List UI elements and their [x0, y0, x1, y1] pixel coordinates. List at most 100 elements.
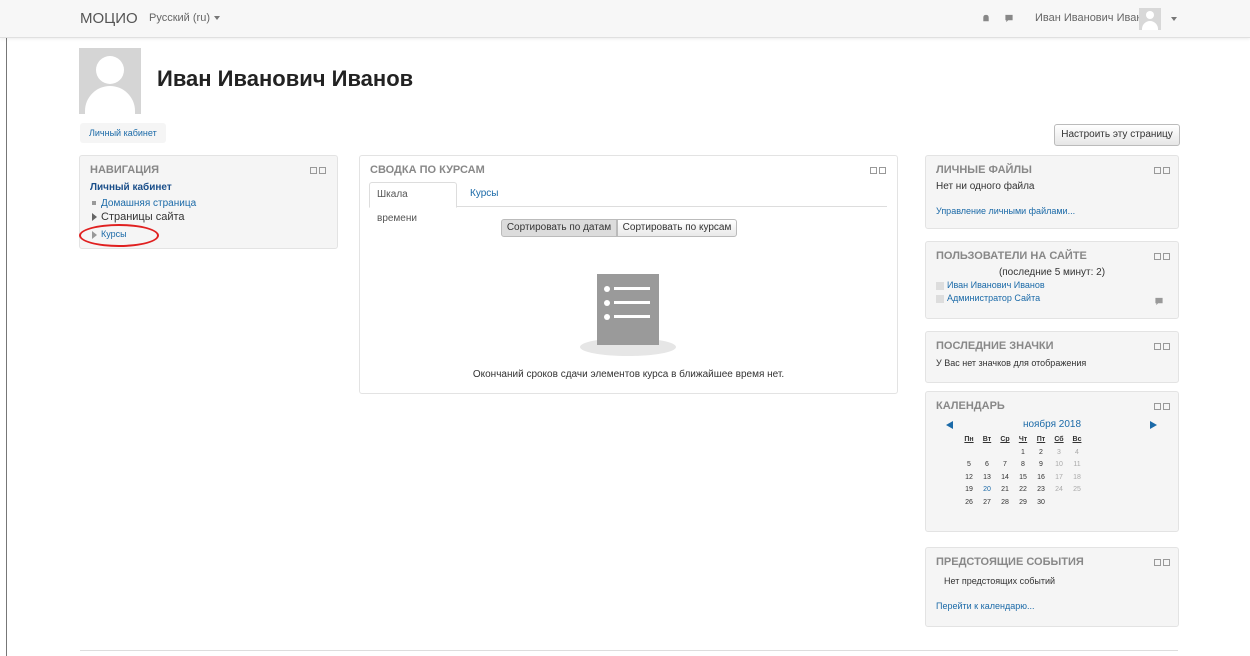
breadcrumb[interactable]: Личный кабинет — [80, 123, 166, 143]
block-controls[interactable] — [1152, 557, 1170, 569]
block-controls[interactable] — [868, 165, 886, 177]
no-badges-text: У Вас нет значков для отображения — [936, 358, 1087, 368]
notifications-icon[interactable] — [981, 14, 991, 23]
calendar-day[interactable]: 29 — [1013, 499, 1033, 506]
next-month-icon[interactable] — [1150, 421, 1157, 429]
calendar-day[interactable]: 11 — [1067, 461, 1087, 468]
customize-page-button[interactable]: Настроить эту страницу — [1054, 124, 1180, 146]
send-message-icon[interactable] — [1154, 297, 1164, 306]
block-title: ЛИЧНЫЕ ФАЙЛЫ — [936, 164, 1032, 176]
dock-icon — [879, 167, 886, 174]
go-to-calendar-link[interactable]: Перейти к календарю... — [936, 601, 1034, 611]
block-controls[interactable] — [1152, 165, 1170, 177]
calendar-weekday: Чт — [1018, 436, 1028, 443]
course-overview-tabs: Шкала времени Курсы — [369, 182, 887, 224]
site-brand[interactable]: МОЦИО — [80, 0, 138, 37]
user-menu-name[interactable]: Иван Иванович Иванов — [1035, 0, 1154, 37]
highlight-annotation — [79, 224, 159, 247]
user-menu-chevron-icon[interactable] — [1171, 17, 1177, 21]
calendar-weekday: Вт — [982, 436, 992, 443]
calendar-day[interactable]: 9 — [1031, 461, 1051, 468]
calendar-weekday: Вс — [1072, 436, 1082, 443]
language-menu[interactable]: Русский (ru) — [149, 0, 220, 37]
block-controls[interactable] — [1152, 341, 1170, 353]
calendar-day[interactable]: 6 — [977, 461, 997, 468]
calendar-day[interactable]: 14 — [995, 474, 1015, 481]
calendar-day[interactable]: 17 — [1049, 474, 1069, 481]
calendar-day[interactable]: 8 — [1013, 461, 1033, 468]
collapse-icon — [870, 167, 877, 174]
calendar-day[interactable]: 20 — [977, 486, 997, 493]
calendar-day[interactable]: 3 — [1049, 449, 1069, 456]
chevron-down-icon — [213, 16, 220, 21]
private-files-block: ЛИЧНЫЕ ФАЙЛЫ Нет ни одного файла Управле… — [925, 155, 1179, 229]
calendar-day[interactable]: 24 — [1049, 486, 1069, 493]
calendar-day[interactable]: 22 — [1013, 486, 1033, 493]
user-avatar-icon — [936, 281, 944, 290]
calendar-day[interactable]: 15 — [1013, 474, 1033, 481]
calendar-day[interactable]: 26 — [959, 499, 979, 506]
tab-courses[interactable]: Курсы — [463, 182, 505, 206]
calendar-day[interactable]: 30 — [1031, 499, 1051, 506]
window-edge — [0, 0, 7, 656]
no-files-text: Нет ни одного файла — [936, 181, 1035, 192]
block-controls[interactable] — [1152, 401, 1170, 413]
calendar-day[interactable]: 19 — [959, 486, 979, 493]
calendar-month-title[interactable]: ноября 2018 — [926, 419, 1178, 430]
calendar-day[interactable]: 12 — [959, 474, 979, 481]
online-user-item[interactable]: Администратор Сайта — [936, 293, 1040, 303]
collapse-icon — [310, 167, 317, 174]
user-avatar[interactable] — [1139, 8, 1161, 30]
page-title: Иван Иванович Иванов — [157, 66, 414, 91]
nav-item-home[interactable]: Домашняя страница — [90, 198, 196, 209]
online-user-item[interactable]: Иван Иванович Иванов — [936, 280, 1045, 290]
empty-timeline-message: Окончаний сроков сдачи элементов курса в… — [472, 369, 785, 380]
manage-files-link[interactable]: Управление личными файлами... — [936, 206, 1075, 216]
calendar-weekday: Сб — [1054, 436, 1064, 443]
block-title: ПРЕДСТОЯЩИЕ СОБЫТИЯ — [936, 556, 1084, 568]
calendar-day[interactable]: 23 — [1031, 486, 1051, 493]
footer-divider — [80, 650, 1178, 651]
user-avatar-icon — [936, 294, 944, 303]
block-title: СВОДКА ПО КУРСАМ — [370, 164, 485, 176]
latest-badges-block: ПОСЛЕДНИЕ ЗНАЧКИ У Вас нет значков для о… — [925, 331, 1179, 383]
breadcrumb-item[interactable]: Личный кабинет — [89, 128, 157, 138]
sort-by-courses-button[interactable]: Сортировать по курсам — [617, 219, 737, 237]
calendar-day[interactable]: 5 — [959, 461, 979, 468]
calendar-day[interactable]: 1 — [1013, 449, 1033, 456]
calendar-day[interactable]: 18 — [1067, 474, 1087, 481]
block-title: ПОСЛЕДНИЕ ЗНАЧКИ — [936, 340, 1054, 352]
block-title: ПОЛЬЗОВАТЕЛИ НА САЙТЕ — [936, 250, 1087, 262]
calendar-day[interactable]: 28 — [995, 499, 1015, 506]
block-controls[interactable] — [1152, 251, 1170, 263]
calendar-day[interactable]: 13 — [977, 474, 997, 481]
nav-root-my-home[interactable]: Личный кабинет — [90, 182, 172, 193]
calendar-day[interactable]: 2 — [1031, 449, 1051, 456]
calendar-day[interactable]: 7 — [995, 461, 1015, 468]
calendar-weekday: Пн — [964, 436, 974, 443]
language-label: Русский (ru) — [149, 12, 210, 24]
block-title: КАЛЕНДАРЬ — [936, 400, 1005, 412]
calendar-day[interactable]: 21 — [995, 486, 1015, 493]
calendar-day[interactable]: 10 — [1049, 461, 1069, 468]
bullet-icon — [92, 201, 96, 206]
online-users-block: ПОЛЬЗОВАТЕЛИ НА САЙТЕ (последние 5 минут… — [925, 241, 1179, 319]
upcoming-events-block: ПРЕДСТОЯЩИЕ СОБЫТИЯ Нет предстоящих собы… — [925, 547, 1179, 627]
nav-item-site-pages[interactable]: Страницы сайта — [92, 211, 185, 223]
online-users-period: (последние 5 минут: 2) — [998, 267, 1106, 278]
dock-icon — [319, 167, 326, 174]
expand-arrow-icon — [92, 213, 97, 222]
tab-timeline[interactable]: Шкала времени — [369, 182, 457, 224]
calendar-weekday: Пт — [1036, 436, 1046, 443]
calendar-day[interactable]: 16 — [1031, 474, 1051, 481]
calendar-block: КАЛЕНДАРЬ ноября 2018 Пн Вт Ср Чт Пт Сб Вс 1 2 3 4… — [925, 391, 1179, 532]
block-title: НАВИГАЦИЯ — [90, 164, 160, 176]
calendar-day[interactable]: 25 — [1067, 486, 1087, 493]
calendar-weekday: Ср — [1000, 436, 1010, 443]
calendar-day[interactable]: 27 — [977, 499, 997, 506]
empty-timeline-icon — [580, 274, 676, 356]
calendar-day[interactable]: 4 — [1067, 449, 1087, 456]
messages-icon[interactable] — [1004, 14, 1014, 23]
block-controls[interactable] — [308, 165, 326, 177]
sort-by-dates-button[interactable]: Сортировать по датам — [501, 219, 617, 237]
